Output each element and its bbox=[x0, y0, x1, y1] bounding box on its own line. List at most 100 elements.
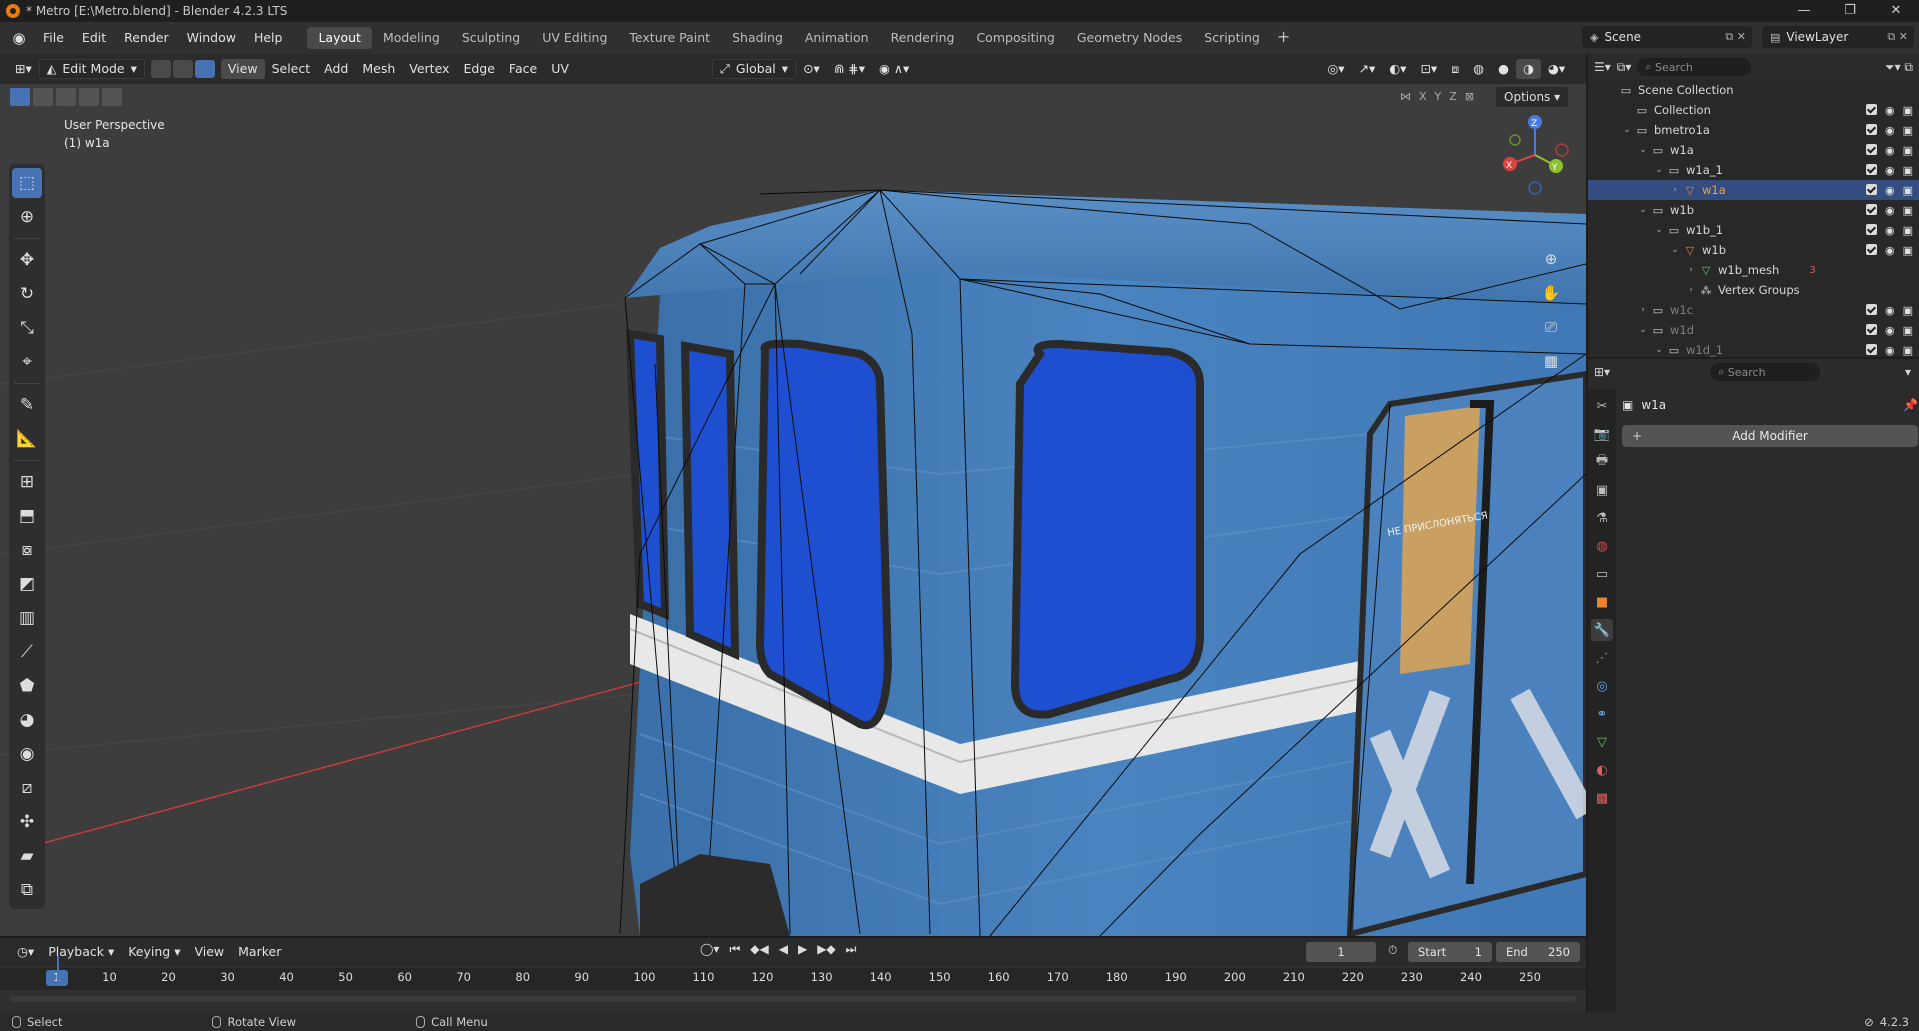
data-tab-icon[interactable]: ▽ bbox=[1591, 731, 1613, 753]
rotate-icon[interactable]: ↻ bbox=[12, 279, 42, 309]
current-frame-field[interactable]: 1 bbox=[1306, 942, 1376, 962]
camera-icon[interactable]: ▣ bbox=[1903, 244, 1913, 257]
visibility-icon[interactable]: ◎▾ bbox=[1320, 59, 1351, 79]
add-cube-icon[interactable]: ⊞ bbox=[12, 467, 42, 497]
auto-merge-icon[interactable]: ⊠ bbox=[1465, 87, 1474, 107]
ortho-grid-icon[interactable]: ▦ bbox=[1538, 348, 1564, 374]
exclude-checkbox[interactable] bbox=[1865, 163, 1877, 175]
select-extend-icon[interactable] bbox=[33, 88, 53, 106]
render-tab-icon[interactable]: 📷 bbox=[1591, 423, 1613, 445]
camera-view-icon[interactable]: ⎚ bbox=[1538, 314, 1564, 340]
play-reverse-icon[interactable]: ◀ bbox=[779, 942, 788, 957]
maximize-button[interactable]: ❐ bbox=[1827, 0, 1873, 22]
collapse-icon[interactable]: ⌄ bbox=[1620, 125, 1634, 135]
shading-rendered-icon[interactable]: ◕▾ bbox=[1541, 59, 1572, 79]
material-tab-icon[interactable]: ◐ bbox=[1591, 759, 1613, 781]
exclude-checkbox[interactable] bbox=[1865, 223, 1877, 235]
outliner-row[interactable]: ⌄ ▭ w1b ◉ ▣ bbox=[1588, 200, 1919, 220]
camera-icon[interactable]: ▣ bbox=[1903, 224, 1913, 237]
outliner-row[interactable]: ⌄ ▭ w1a ◉ ▣ bbox=[1588, 140, 1919, 160]
eye-icon[interactable]: ◉ bbox=[1885, 104, 1895, 117]
shading-material-icon[interactable]: ◑ bbox=[1516, 59, 1541, 79]
outliner-row[interactable]: ⌄ ▽ w1b ◉ ▣ bbox=[1588, 240, 1919, 260]
modifier-tab-icon[interactable]: 🔧 bbox=[1591, 619, 1613, 641]
snap-icon[interactable]: ⋒ ⋕▾ bbox=[827, 59, 872, 79]
vertex-select-icon[interactable] bbox=[150, 60, 171, 78]
editor-type-icon[interactable]: ⊞▾ bbox=[8, 59, 39, 79]
select-subtract-icon[interactable] bbox=[56, 88, 76, 106]
extrude-icon[interactable]: ⬒ bbox=[12, 501, 42, 531]
collapse-icon[interactable]: ⌄ bbox=[1652, 345, 1666, 355]
close-button[interactable]: ✕ bbox=[1873, 0, 1919, 22]
pin-icon[interactable]: 📌 bbox=[1903, 398, 1918, 412]
move-icon[interactable]: ✥ bbox=[12, 245, 42, 275]
tab-modeling[interactable]: Modeling bbox=[372, 27, 451, 49]
orientation-dropdown[interactable]: ⤢ Global ▾ bbox=[711, 59, 797, 79]
mesh-overlay-icon[interactable]: ⊡▾ bbox=[1413, 59, 1444, 79]
scene-tab-icon[interactable]: ⚗ bbox=[1591, 507, 1613, 529]
menu-vertex[interactable]: Vertex bbox=[402, 59, 456, 79]
collapse-icon[interactable]: ⌄ bbox=[1652, 225, 1666, 235]
exclude-checkbox[interactable] bbox=[1865, 183, 1877, 195]
eye-icon[interactable]: ◉ bbox=[1885, 324, 1895, 337]
outliner-row[interactable]: ▭ Collection ◉ ▣ bbox=[1588, 100, 1919, 120]
tool-tab-icon[interactable]: ✂ bbox=[1591, 395, 1613, 417]
expand-icon[interactable]: › bbox=[1684, 285, 1698, 295]
poly-build-icon[interactable]: ⬟ bbox=[12, 671, 42, 701]
eye-icon[interactable]: ◉ bbox=[1885, 204, 1895, 217]
jump-end-icon[interactable]: ⏭ bbox=[846, 942, 857, 957]
timeline-editor-icon[interactable]: ◷▾ bbox=[10, 942, 41, 962]
camera-icon[interactable]: ▣ bbox=[1903, 204, 1913, 217]
add-modifier-button[interactable]: + Add Modifier bbox=[1622, 425, 1918, 447]
axis-x-toggle[interactable]: X bbox=[1419, 87, 1427, 107]
overlay-toggle-icon[interactable]: ◐▾ bbox=[1382, 59, 1413, 79]
proportional-edit-icon[interactable]: ◉ ∧▾ bbox=[872, 59, 916, 79]
exclude-checkbox[interactable] bbox=[1865, 323, 1877, 335]
spin-icon[interactable]: ◕ bbox=[12, 705, 42, 735]
eye-icon[interactable]: ◉ bbox=[1885, 184, 1895, 197]
play-icon[interactable]: ▶ bbox=[798, 942, 807, 957]
exclude-checkbox[interactable] bbox=[1865, 103, 1877, 115]
camera-icon[interactable]: ▣ bbox=[1903, 124, 1913, 137]
menu-mesh[interactable]: Mesh bbox=[355, 59, 402, 79]
menu-window[interactable]: Window bbox=[178, 27, 245, 49]
timeline-ruler[interactable]: 1 10203040506070809010011012013014015016… bbox=[0, 968, 1586, 990]
collapse-icon[interactable]: ⌄ bbox=[1636, 325, 1650, 335]
start-frame-field[interactable]: Start 1 bbox=[1408, 942, 1492, 962]
collapse-icon[interactable]: ⌄ bbox=[1636, 145, 1650, 155]
outliner-row[interactable]: › ▭ w1c ◉ ▣ bbox=[1588, 300, 1919, 320]
select-box-icon[interactable]: ⬚ bbox=[12, 168, 42, 198]
eye-icon[interactable]: ◉ bbox=[1885, 344, 1895, 357]
display-mode-icon[interactable]: ⧉▾ bbox=[1617, 60, 1632, 75]
edge-slide-icon[interactable]: ⧄ bbox=[12, 773, 42, 803]
tab-animation[interactable]: Animation bbox=[794, 27, 880, 49]
outliner-row[interactable]: ⌄ ▭ bmetro1a ◉ ▣ bbox=[1588, 120, 1919, 140]
expand-icon[interactable]: › bbox=[1668, 185, 1682, 195]
properties-search-input[interactable]: ⌕ Search bbox=[1710, 363, 1821, 381]
xray-toggle-icon[interactable]: ⧈ bbox=[1444, 59, 1466, 79]
particles-tab-icon[interactable]: ⋰ bbox=[1591, 647, 1613, 669]
exclude-checkbox[interactable] bbox=[1865, 343, 1877, 355]
select-intersect-icon[interactable] bbox=[102, 88, 122, 106]
collapse-icon[interactable]: ⌄ bbox=[1668, 245, 1682, 255]
3d-viewport[interactable]: НЕ ПРИСЛОНЯТЬСЯ ⊞▾ ◭ Edit Mode ▾ View Se… bbox=[0, 54, 1586, 936]
tab-uv-editing[interactable]: UV Editing bbox=[531, 27, 618, 49]
world-tab-icon[interactable]: ◍ bbox=[1591, 535, 1613, 557]
timeline-scrollbar[interactable] bbox=[10, 996, 1576, 1002]
menu-file[interactable]: File bbox=[34, 27, 73, 49]
eye-icon[interactable]: ◉ bbox=[1885, 224, 1895, 237]
camera-icon[interactable]: ▣ bbox=[1903, 104, 1913, 117]
menu-add[interactable]: Add bbox=[317, 59, 355, 79]
chevron-down-icon[interactable]: ▾ bbox=[1905, 365, 1911, 379]
smooth-icon[interactable]: ◉ bbox=[12, 739, 42, 769]
inset-icon[interactable]: ⧇ bbox=[12, 535, 42, 565]
properties-editor-icon[interactable]: ⊞▾ bbox=[1594, 365, 1610, 379]
outliner-row[interactable]: › ▽ w1a ◉ ▣ bbox=[1588, 180, 1919, 200]
outliner-editor-icon[interactable]: ☰▾ bbox=[1594, 60, 1611, 74]
collapse-icon[interactable]: ⌄ bbox=[1636, 205, 1650, 215]
menu-face[interactable]: Face bbox=[502, 59, 544, 79]
expand-icon[interactable]: › bbox=[1636, 305, 1650, 315]
blender-menu-icon[interactable]: ◉ bbox=[10, 29, 28, 47]
minimize-button[interactable]: — bbox=[1781, 0, 1827, 22]
eye-icon[interactable]: ◉ bbox=[1885, 244, 1895, 257]
